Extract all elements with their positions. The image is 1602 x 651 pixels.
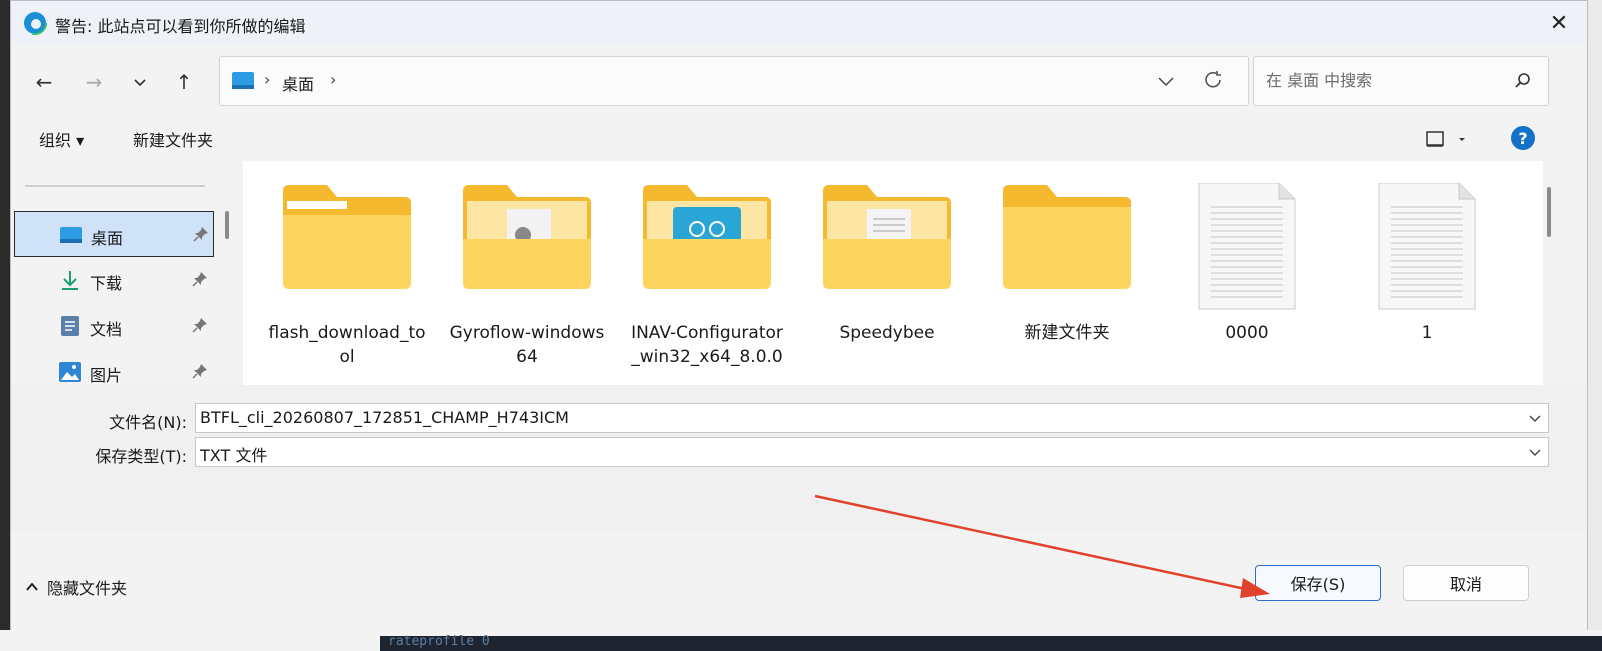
chevron-down-icon (134, 79, 146, 87)
file-name: Speedybee (839, 323, 935, 343)
hide-folders-label: 隐藏文件夹 (47, 579, 128, 598)
file-item[interactable]: INAV-Configurator_win32_x64_8.0.0 (627, 171, 787, 385)
filetype-label: 保存类型(T): (95, 447, 187, 466)
search-box (1253, 56, 1549, 106)
scrollbar-thumb[interactable] (1547, 187, 1551, 237)
save-file-dialog: 警告: 此站点可以看到你所做的编辑 ✕ ← → ↑ › 桌面 › 组织 ▾ 新建… (10, 0, 1588, 631)
file-name: INAV-Configurator_win32_x64_8.0.0 (631, 323, 783, 367)
breadcrumb-separator[interactable]: › (330, 70, 336, 89)
background-window-edge (1586, 0, 1602, 651)
dialog-footer: 隐藏文件夹 保存(S) 取消 (11, 531, 1587, 631)
folder-with-app-icon (643, 185, 771, 289)
title-bar: 警告: 此站点可以看到你所做的编辑 ✕ (11, 1, 1587, 45)
file-name: 新建文件夹 (1024, 323, 1110, 343)
organize-menu[interactable]: 组织 ▾ (39, 127, 84, 151)
save-button[interactable]: 保存(S) (1255, 565, 1381, 601)
back-arrow-icon: ← (35, 70, 53, 94)
documents-icon (61, 316, 79, 336)
search-icon[interactable] (1514, 72, 1532, 90)
filename-value[interactable]: BTFL_cli_20260807_172851_CHAMP_H743ICM (200, 408, 569, 427)
cancel-button[interactable]: 取消 (1403, 565, 1529, 601)
file-list: flash_download_tool Gyroflow-windows64 I… (243, 161, 1543, 385)
forward-arrow-icon: → (85, 70, 103, 94)
pictures-icon (59, 362, 81, 382)
file-list-scrollbar[interactable] (1543, 161, 1557, 385)
file-item[interactable]: 0000 (1167, 171, 1327, 385)
pin-icon[interactable] (192, 363, 208, 379)
file-item[interactable]: 1 (1347, 171, 1507, 385)
chevron-up-icon (26, 582, 38, 591)
text-file-icon (1198, 183, 1296, 310)
edge-browser-icon (23, 11, 47, 35)
text-file-icon (1378, 183, 1476, 310)
sidebar-item-label: 图片 (90, 366, 123, 385)
sidebar-scrollbar[interactable] (225, 211, 229, 239)
filetype-select[interactable]: TXT 文件 (195, 437, 1549, 467)
filetype-value: TXT 文件 (200, 446, 268, 465)
forward-button[interactable]: → (79, 67, 109, 97)
view-options-icon[interactable] (1425, 129, 1465, 149)
recent-locations-button[interactable] (125, 67, 155, 97)
desktop-icon (60, 227, 82, 243)
sidebar-item-label: 桌面 (91, 229, 124, 248)
folder-icon (1003, 185, 1131, 289)
file-item[interactable]: Gyroflow-windows64 (447, 171, 607, 385)
sidebar-item-documents[interactable]: 文档 (14, 303, 214, 349)
pin-icon[interactable] (193, 226, 209, 242)
sidebar-item-downloads[interactable]: 下载 (14, 257, 214, 303)
file-name: flash_download_tool (268, 323, 426, 367)
background-code-text: rateprofile 0 (388, 634, 490, 649)
folder-with-document-icon (823, 185, 951, 289)
up-button[interactable]: ↑ (169, 67, 199, 97)
breadcrumb-separator: › (264, 70, 271, 89)
pin-icon[interactable] (192, 271, 208, 287)
chevron-down-icon[interactable] (1528, 445, 1542, 459)
background-code-editor: rateprofile 0 (380, 634, 1602, 651)
address-bar[interactable]: › 桌面 › (219, 56, 1249, 106)
folder-with-settings-icon (463, 185, 591, 289)
filename-label: 文件名(N): (109, 413, 187, 432)
navigation-pane: 桌面 下载 文档 图片 (11, 161, 241, 385)
pin-icon[interactable] (192, 317, 208, 333)
folder-icon (283, 185, 411, 289)
search-input[interactable] (1264, 70, 1498, 91)
window-title: 警告: 此站点可以看到你所做的编辑 (55, 17, 306, 36)
chevron-down-icon[interactable] (1528, 411, 1542, 425)
help-icon[interactable]: ? (1511, 126, 1535, 150)
refresh-icon[interactable] (1202, 69, 1224, 91)
file-item[interactable]: flash_download_tool (267, 171, 427, 385)
file-name: 1 (1421, 323, 1433, 343)
file-item[interactable]: Speedybee (807, 171, 967, 385)
close-button[interactable]: ✕ (1539, 5, 1579, 41)
file-name: 0000 (1225, 323, 1269, 343)
up-arrow-icon: ↑ (175, 70, 193, 94)
file-name: Gyroflow-windows64 (449, 323, 605, 367)
new-folder-button[interactable]: 新建文件夹 (133, 127, 213, 151)
command-bar: 组织 ▾ 新建文件夹 ? (11, 115, 1587, 161)
filename-field[interactable]: BTFL_cli_20260807_172851_CHAMP_H743ICM (195, 403, 1549, 433)
desktop-icon (232, 72, 254, 89)
back-button[interactable]: ← (29, 67, 59, 97)
sidebar-item-label: 文档 (90, 320, 123, 339)
download-icon (62, 271, 78, 290)
divider (25, 185, 205, 187)
sidebar-item-desktop[interactable]: 桌面 (14, 211, 214, 257)
close-icon: ✕ (1549, 10, 1569, 36)
save-options-panel: 文件名(N): BTFL_cli_20260807_172851_CHAMP_H… (11, 385, 1587, 531)
hide-folders-toggle[interactable]: 隐藏文件夹 (25, 575, 127, 599)
file-item[interactable]: 新建文件夹 (987, 171, 1147, 385)
navigation-bar: ← → ↑ › 桌面 › (11, 45, 1587, 115)
address-history-dropdown-icon[interactable] (1156, 71, 1176, 91)
sidebar-item-label: 下载 (90, 274, 123, 293)
breadcrumb-desktop[interactable]: 桌面 (282, 71, 314, 95)
